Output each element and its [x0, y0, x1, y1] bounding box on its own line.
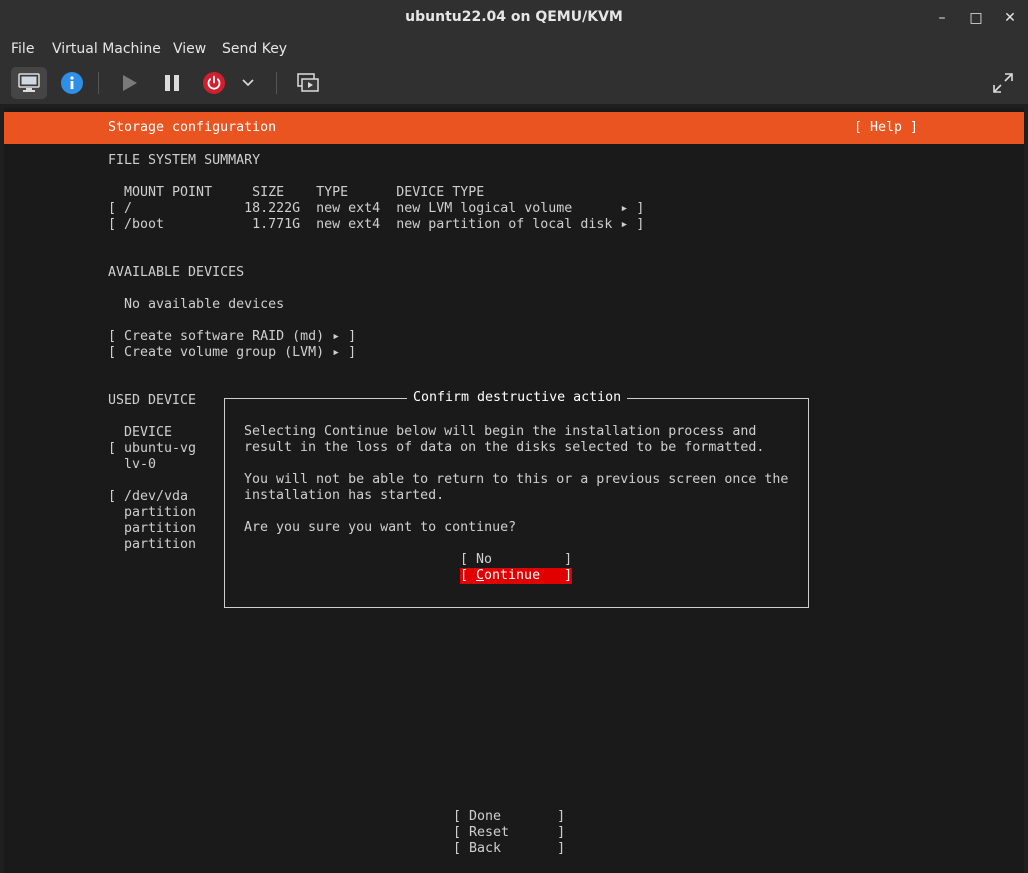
- console-view-button[interactable]: [11, 67, 47, 99]
- pause-button[interactable]: [154, 67, 190, 99]
- pause-icon: [165, 75, 179, 91]
- done-button[interactable]: [ Done ]: [453, 809, 565, 825]
- snapshots-button[interactable]: [290, 67, 326, 99]
- continue-hotkey: C: [476, 568, 485, 583]
- monitor-icon: [18, 73, 40, 92]
- continue-bracket: [: [460, 568, 477, 583]
- continue-button[interactable]: [ Continue ]: [460, 568, 573, 584]
- fs-row-root[interactable]: [ / 18.222G new ext4 new LVM logical vol…: [108, 201, 644, 217]
- vm-window: ubuntu22.04 on QEMU/KVM – □ ✕ File Virtu…: [0, 0, 1028, 873]
- title-bar: ubuntu22.04 on QEMU/KVM – □ ✕: [0, 0, 1028, 36]
- menu-virtual-machine[interactable]: Virtual Machine: [52, 41, 161, 57]
- toolbar-separator: [98, 72, 99, 94]
- dialog-text-line: installation has started.: [244, 488, 445, 503]
- maximize-button[interactable]: □: [964, 6, 988, 30]
- used-device-line: partition: [108, 505, 197, 520]
- window-title: ubuntu22.04 on QEMU/KVM: [405, 9, 623, 25]
- used-device-line: partition: [108, 521, 197, 536]
- create-raid-button[interactable]: [ Create software RAID (md) ▸ ]: [108, 329, 356, 345]
- used-device-line: DEVICE: [108, 425, 173, 440]
- run-button[interactable]: [111, 67, 147, 99]
- menu-file[interactable]: File: [11, 41, 34, 57]
- menu-send-key[interactable]: Send Key: [222, 41, 287, 57]
- installer-header: Storage configuration [ Help ]: [4, 112, 1024, 144]
- used-devices-heading: USED DEVICE: [108, 393, 197, 408]
- fs-row-boot[interactable]: [ /boot 1.771G new ext4 new partition of…: [108, 217, 644, 233]
- fs-table-header: MOUNT POINT SIZE TYPE DEVICE TYPE: [108, 185, 485, 200]
- help-button[interactable]: [ Help ]: [854, 120, 918, 136]
- menu-bar: File Virtual Machine View Send Key: [0, 36, 1028, 62]
- used-device-line: lv-0: [108, 457, 157, 472]
- available-devices-heading: AVAILABLE DEVICES: [108, 265, 245, 280]
- continue-label: ontinue ]: [484, 568, 573, 583]
- vm-console[interactable]: Storage configuration [ Help ] FILE SYST…: [4, 108, 1024, 873]
- power-icon: [203, 72, 225, 94]
- no-devices-text: No available devices: [108, 297, 285, 312]
- toolbar: [0, 62, 1028, 104]
- reset-button[interactable]: [ Reset ]: [453, 825, 565, 841]
- chevron-down-icon: [242, 79, 254, 87]
- used-device-line[interactable]: [ ubuntu-vg: [108, 441, 196, 457]
- dialog-text-line: Selecting Continue below will begin the …: [244, 424, 757, 439]
- back-button[interactable]: [ Back ]: [453, 841, 565, 857]
- create-vg-button[interactable]: [ Create volume group (LVM) ▸ ]: [108, 345, 356, 361]
- used-device-line[interactable]: [ /dev/vda: [108, 489, 188, 505]
- minimize-button[interactable]: –: [930, 6, 954, 30]
- fs-summary-heading: FILE SYSTEM SUMMARY: [108, 153, 261, 168]
- used-device-line: partition: [108, 537, 197, 552]
- shutdown-button[interactable]: [196, 67, 232, 99]
- dialog-text-line: result in the loss of data on the disks …: [244, 440, 765, 455]
- info-icon: [61, 72, 83, 94]
- play-icon: [123, 75, 137, 91]
- toolbar-separator: [276, 72, 277, 94]
- fullscreen-icon: [993, 73, 1013, 93]
- menu-view[interactable]: View: [173, 41, 206, 57]
- dialog-question: Are you sure you want to continue?: [244, 520, 517, 535]
- dialog-title: Confirm destructive action: [407, 390, 628, 406]
- fullscreen-button[interactable]: [985, 67, 1021, 99]
- shutdown-menu-button[interactable]: [236, 67, 260, 99]
- dialog-text-line: You will not be able to return to this o…: [244, 472, 789, 487]
- page-title: Storage configuration: [108, 120, 277, 135]
- close-button[interactable]: ✕: [998, 6, 1022, 30]
- no-button[interactable]: [ No ]: [460, 552, 572, 568]
- details-button[interactable]: [54, 67, 90, 99]
- confirm-dialog: Confirm destructive action Selecting Con…: [224, 390, 809, 608]
- snapshots-icon: [297, 73, 319, 92]
